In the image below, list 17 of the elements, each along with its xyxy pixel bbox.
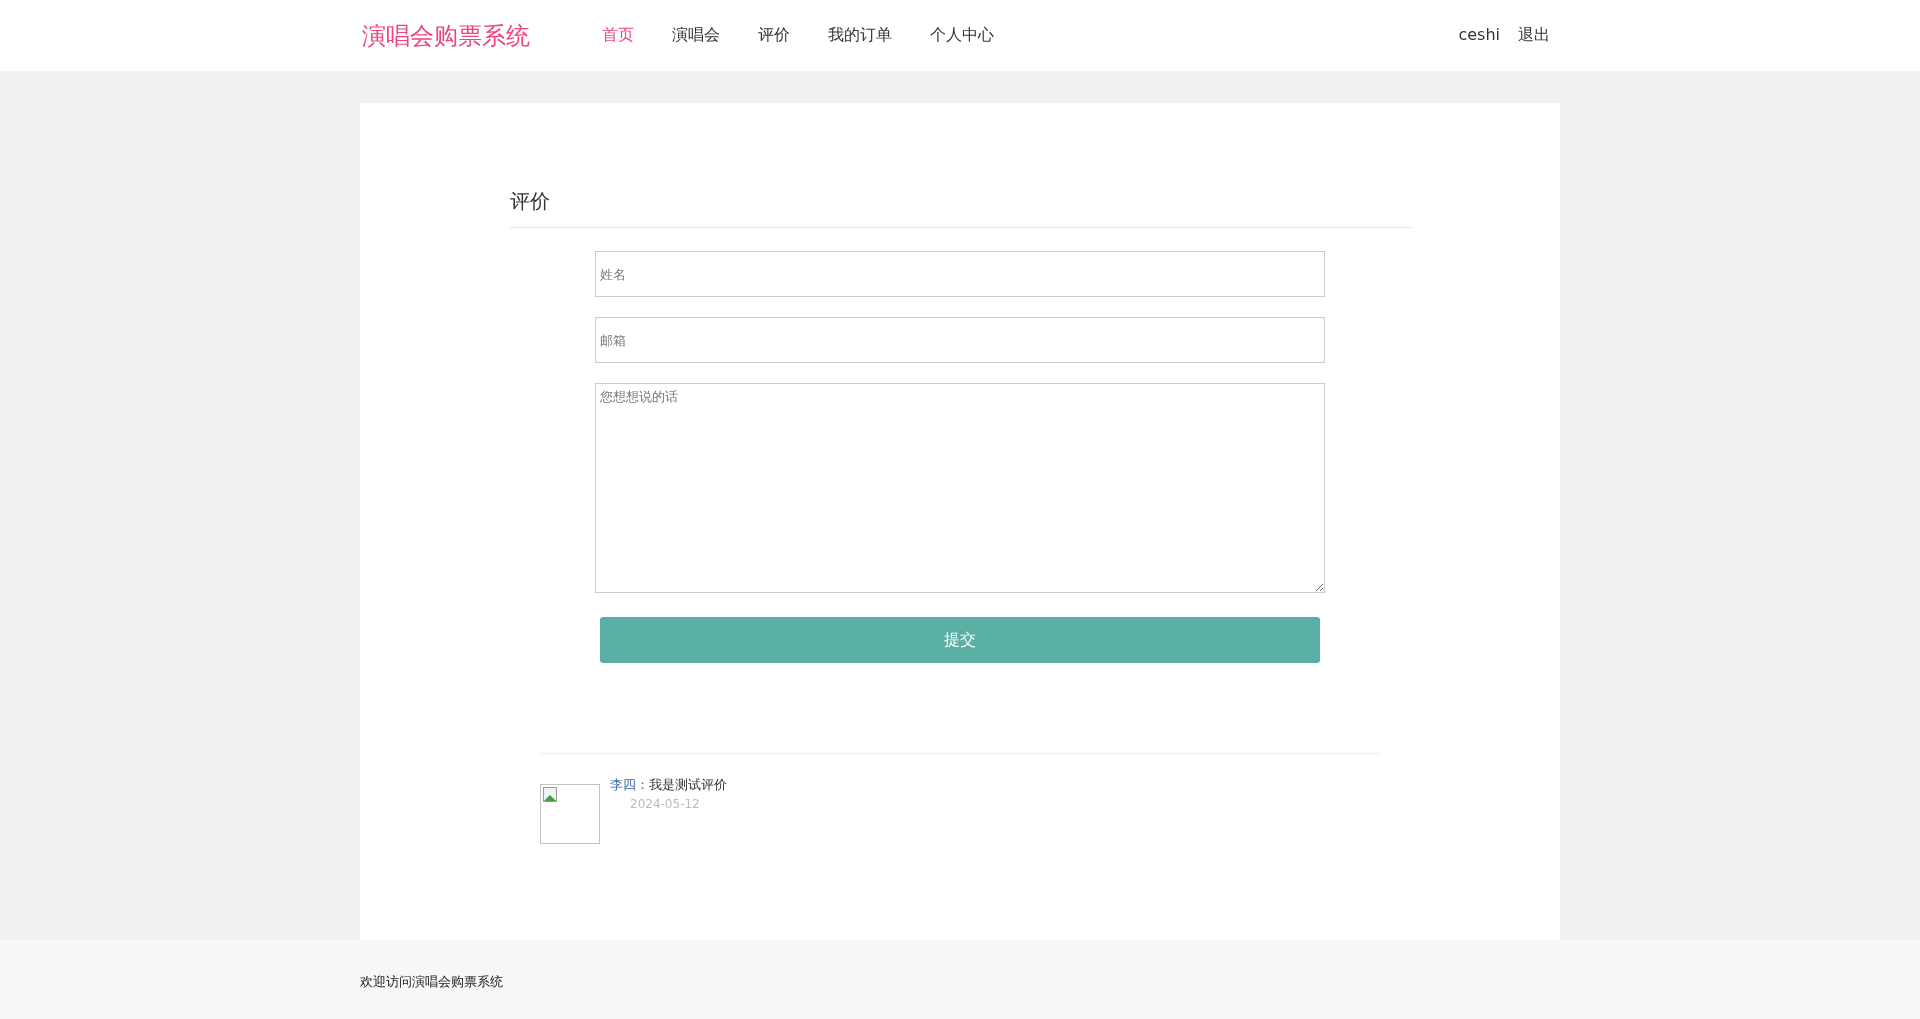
nav-link[interactable]: 我的订单 <box>828 21 892 50</box>
comment-author: 李四： <box>610 777 649 792</box>
name-input[interactable]: 姓名 <box>595 251 1325 297</box>
nav-link[interactable]: 演唱会 <box>672 21 720 50</box>
comment-date: 2024-05-12 <box>630 797 701 811</box>
username-link[interactable]: ceshi <box>1458 25 1500 46</box>
nav-link[interactable]: 个人中心 <box>930 21 994 50</box>
logout-link[interactable]: 退出 <box>1518 25 1550 46</box>
message-textarea[interactable]: 您想想说的话 <box>595 383 1325 593</box>
email-input[interactable]: 邮箱 <box>595 317 1325 363</box>
footer-text: 欢迎访问演唱会购票系统 <box>360 974 503 989</box>
nav-link[interactable]: 评价 <box>758 21 790 50</box>
section-title: 评价 <box>509 188 1411 228</box>
site-logo[interactable]: 演唱会购票系统 <box>362 19 582 52</box>
nav-link[interactable]: 首页 <box>602 21 634 50</box>
broken-image-icon <box>543 787 557 802</box>
comment-text: 我是测试评价 <box>649 777 727 792</box>
